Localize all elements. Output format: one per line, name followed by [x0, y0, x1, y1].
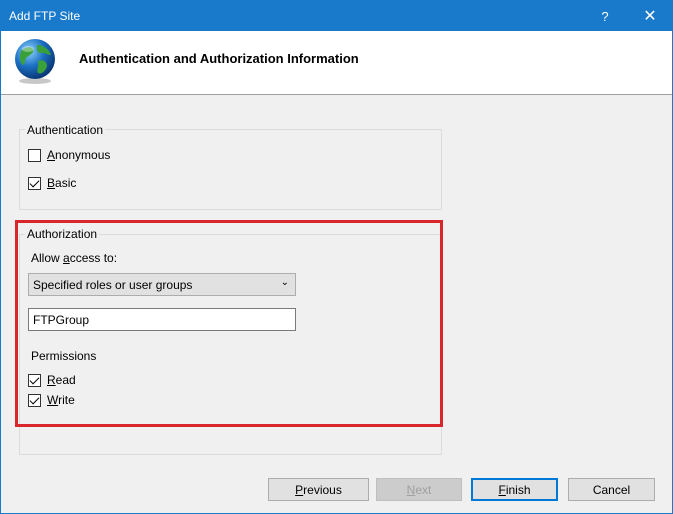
basic-label: Basic	[47, 176, 77, 190]
help-button[interactable]: ?	[583, 1, 627, 31]
title-bar[interactable]: Add FTP Site ? ✕	[1, 1, 672, 31]
anonymous-checkbox-box[interactable]	[28, 148, 41, 162]
window-title: Add FTP Site	[9, 9, 81, 23]
authentication-group	[19, 129, 442, 210]
basic-checkbox-box[interactable]	[28, 176, 41, 190]
cancel-button[interactable]: Cancel	[568, 478, 655, 501]
wizard-header: Authentication and Authorization Informa…	[1, 31, 672, 95]
highlight-frame	[15, 220, 443, 427]
next-button[interactable]: Next	[376, 478, 462, 501]
previous-button[interactable]: Previous	[268, 478, 369, 501]
basic-checkbox[interactable]: Basic	[28, 176, 76, 190]
globe-icon	[15, 39, 55, 84]
anonymous-label: Anonymous	[47, 148, 111, 162]
add-ftp-site-dialog: Add FTP Site ? ✕ Authentication and Auth…	[0, 0, 673, 514]
finish-button[interactable]: Finish	[471, 478, 558, 501]
close-button[interactable]: ✕	[628, 1, 672, 31]
page-title: Authentication and Authorization Informa…	[79, 51, 359, 66]
authentication-legend: Authentication	[25, 123, 106, 137]
anonymous-checkbox[interactable]: Anonymous	[28, 148, 110, 162]
